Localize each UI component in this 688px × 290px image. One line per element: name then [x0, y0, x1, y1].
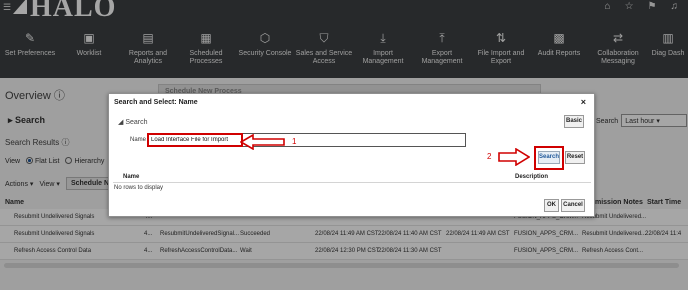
empty-results-message: No rows to display	[114, 185, 164, 191]
search-button[interactable]: Search	[538, 151, 560, 164]
annotation-number-2: 2	[487, 152, 492, 161]
close-icon[interactable]: ×	[581, 97, 586, 107]
results-header: Name Description	[113, 172, 591, 183]
reset-button[interactable]: Reset	[565, 151, 585, 164]
name-label: Name	[130, 137, 147, 143]
dialog-title: Search and Select: Name	[114, 99, 198, 106]
annotation-arrow-right-icon	[498, 148, 530, 166]
search-section-toggle[interactable]: ◢ Search	[118, 118, 148, 126]
ok-button[interactable]: OK	[544, 199, 559, 212]
annotation-arrow-left-icon	[240, 134, 285, 150]
basic-button[interactable]: Basic	[564, 115, 584, 128]
modal-overlay-top	[0, 0, 688, 78]
annotation-number-1: 1	[292, 137, 297, 146]
cancel-button[interactable]: Cancel	[561, 199, 585, 212]
highlight-box-1	[147, 133, 243, 147]
